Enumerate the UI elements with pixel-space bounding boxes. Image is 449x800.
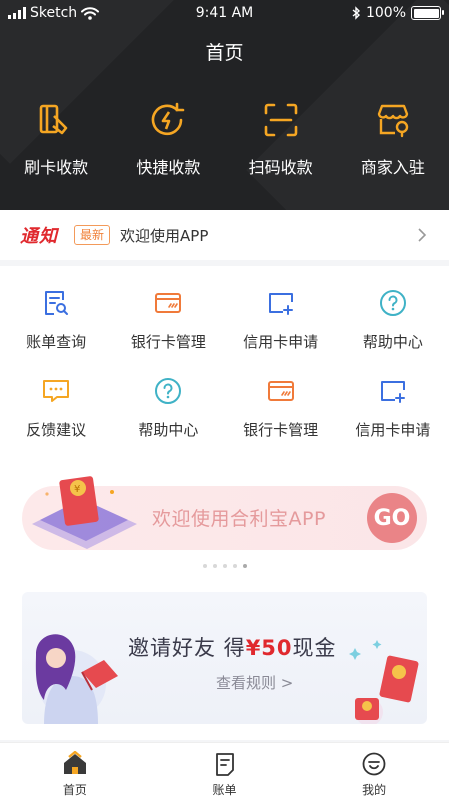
carousel-dot[interactable] [212, 564, 217, 568]
notice-badge: 最新 [74, 225, 111, 245]
red-envelope-icon [349, 640, 419, 724]
bill-search-icon [45, 291, 69, 315]
bank-card-icon [267, 381, 294, 401]
view-rules-link[interactable]: 查看规则 > [216, 672, 293, 693]
grid-item-label: 信用卡申请 [355, 421, 431, 439]
invite-title: 邀请好友 得¥50现金 [128, 632, 337, 662]
grid-item-label: 银行卡管理 [130, 333, 206, 351]
top-action-scan[interactable]: 扫码收款 [225, 100, 337, 178]
header: Sketch 9:41 AM 100% 首页 刷卡收款 快捷收款 扫码收款 商家… [0, 0, 449, 210]
credit-card-add-icon [380, 381, 405, 403]
invite-title-suffix: 现金 [292, 636, 337, 660]
top-actions: 刷卡收款 快捷收款 扫码收款 商家入驻 [0, 100, 449, 178]
grid-item-bank-card[interactable]: 银行卡管理 [225, 376, 337, 464]
grid-item-label: 银行卡管理 [243, 421, 319, 439]
grid-item-label: 反馈建议 [26, 421, 87, 439]
banner-text: 欢迎使用合利宝APP [152, 508, 326, 530]
tab-label: 账单 [212, 783, 237, 797]
grid-item-label: 账单查询 [26, 333, 87, 351]
tab-bill[interactable]: 账单 [150, 743, 300, 800]
home-icon [63, 751, 86, 774]
top-action-label: 快捷收款 [136, 158, 201, 177]
notice-text: 欢迎使用APP [120, 226, 209, 245]
bank-card-icon [155, 293, 182, 313]
banner-go-button[interactable]: GO [367, 493, 417, 543]
grid-item-credit-card-apply[interactable]: 信用卡申请 [225, 288, 337, 376]
top-action-quick-pay[interactable]: 快捷收款 [112, 100, 224, 178]
svg-text:¥: ¥ [74, 484, 80, 495]
menu-section: 账单查询 银行卡管理 信用卡申请 帮助中心 反馈建议 帮助中心 银行卡管理 信用… [0, 266, 449, 740]
profile-icon [362, 752, 386, 776]
store-icon [377, 104, 409, 138]
top-action-label: 刷卡收款 [24, 158, 89, 177]
grid-item-help-center[interactable]: 帮助中心 [112, 376, 224, 464]
notice-bar[interactable]: 通知 最新 欢迎使用APP [0, 210, 449, 260]
feedback-icon [43, 380, 70, 402]
tab-bar: 首页 账单 我的 [0, 742, 449, 800]
tab-label: 我的 [362, 783, 387, 797]
invite-card[interactable]: 邀请好友 得¥50现金 查看规则 > [22, 592, 427, 724]
grid-item-feedback[interactable]: 反馈建议 [0, 376, 112, 464]
top-action-label: 扫码收款 [248, 158, 313, 177]
tab-label: 首页 [62, 783, 87, 797]
carousel-dot[interactable] [222, 564, 227, 568]
top-action-card-swipe[interactable]: 刷卡收款 [0, 100, 112, 178]
invite-amount: ¥50 [245, 636, 293, 660]
grid-item-label: 帮助中心 [362, 333, 423, 351]
status-bar: Sketch 9:41 AM 100% [0, 0, 449, 28]
page-title: 首页 [205, 42, 244, 64]
feature-grid: 账单查询 银行卡管理 信用卡申请 帮助中心 反馈建议 帮助中心 银行卡管理 信用… [0, 288, 449, 464]
carousel-dot[interactable] [202, 564, 207, 568]
invite-illustration [35, 634, 118, 724]
tab-home[interactable]: 首页 [0, 743, 150, 800]
battery-percent: 100% [365, 5, 406, 21]
carousel-dot-active[interactable] [242, 564, 247, 568]
notice-logo: 通知 [20, 226, 58, 247]
carousel-dots [0, 564, 449, 568]
grid-item-help-center[interactable]: 帮助中心 [337, 288, 449, 376]
promo-banner[interactable]: ¥ 欢迎使用合利宝APP GO [22, 476, 427, 550]
top-action-store[interactable]: 商家入驻 [337, 100, 449, 178]
top-action-label: 商家入驻 [360, 158, 425, 177]
grid-item-label: 帮助中心 [138, 421, 199, 439]
scan-icon [264, 103, 297, 137]
tab-profile[interactable]: 我的 [299, 743, 449, 800]
help-icon [155, 378, 182, 404]
bluetooth-icon [352, 6, 361, 20]
chevron-right-icon [418, 228, 427, 242]
card-swipe-icon [39, 104, 68, 135]
help-icon [379, 290, 406, 316]
grid-item-credit-card-apply[interactable]: 信用卡申请 [337, 376, 449, 464]
bill-icon [215, 753, 234, 776]
carousel-dot[interactable] [232, 564, 237, 568]
quick-pay-icon [152, 102, 185, 136]
battery-icon [411, 6, 444, 20]
invite-title-prefix: 邀请好友 得 [128, 636, 246, 660]
grid-item-label: 信用卡申请 [243, 333, 319, 351]
grid-item-bill-search[interactable]: 账单查询 [0, 288, 112, 376]
grid-item-bank-card[interactable]: 银行卡管理 [112, 288, 224, 376]
banner-illustration: ¥ [32, 476, 137, 549]
credit-card-add-icon [268, 293, 293, 315]
